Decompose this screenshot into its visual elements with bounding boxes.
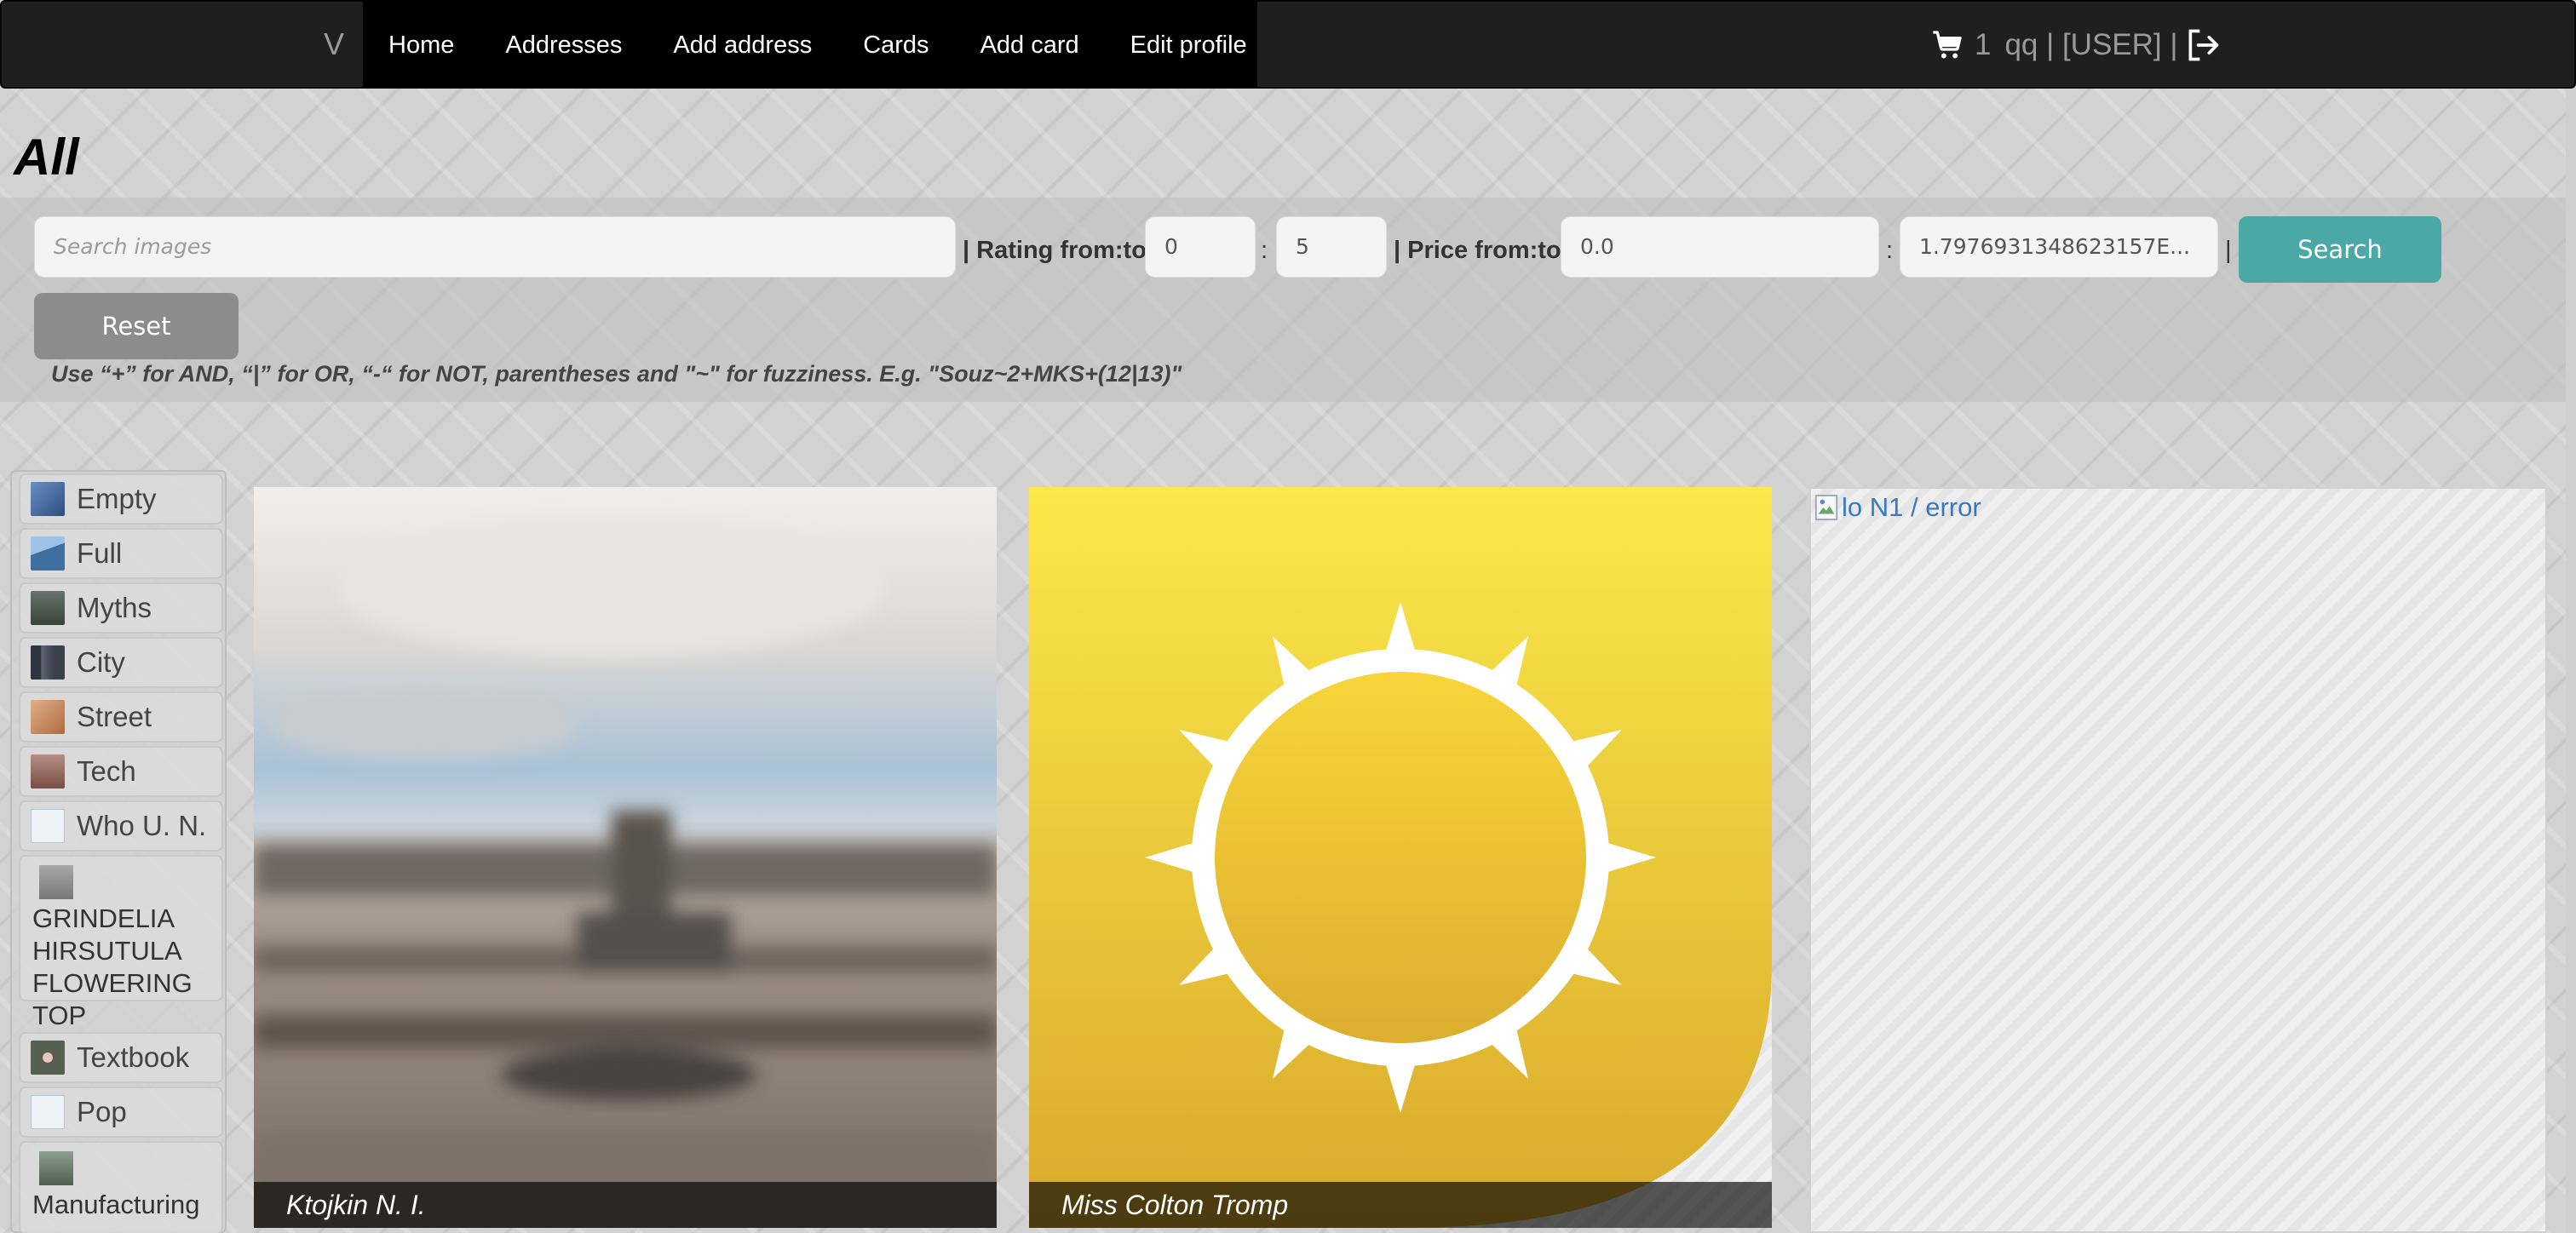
price-colon: : (1886, 237, 1894, 264)
category-thumb-image (31, 754, 65, 789)
search-button[interactable]: Search (2239, 216, 2441, 283)
reset-button[interactable]: Reset (34, 293, 239, 359)
rating-from-input[interactable]: 0 (1145, 216, 1256, 278)
category-street[interactable]: Street (19, 691, 223, 743)
rating-to-input[interactable]: 5 (1276, 216, 1387, 278)
cart-count[interactable]: 1 (1975, 28, 1991, 62)
sun-icon (1029, 487, 1772, 1228)
category-label: Tech (77, 755, 136, 787)
brand-logo[interactable]: V (308, 2, 359, 87)
category-who-u-n[interactable]: Who U. N. (19, 800, 223, 852)
price-label: | Price from:to (1394, 237, 1561, 264)
category-label: Who U. N. (77, 810, 207, 841)
search-hint: Use “+” for AND, “|” for OR, “-“ for NOT… (51, 361, 1182, 387)
category-thumb-image (31, 700, 65, 734)
nav-menu: Home Addresses Add address Cards Add car… (363, 2, 1257, 89)
page-scrollbar[interactable] (2566, 89, 2576, 1233)
cart-icon[interactable] (1930, 28, 1964, 62)
user-info: qq | [USER] | (2004, 28, 2178, 61)
category-myths[interactable]: Myths (19, 582, 223, 634)
category-city[interactable]: City (19, 637, 223, 688)
nav-add-address-link[interactable]: Add address (647, 2, 837, 89)
category-label: Empty (77, 483, 157, 514)
category-manufacturing[interactable]: Manufacturing (19, 1141, 223, 1233)
nav-home-link[interactable]: Home (363, 2, 480, 89)
broken-image-icon (31, 809, 65, 843)
category-thumb-image (39, 865, 73, 899)
image-card[interactable]: Miss Colton Tromp (1029, 487, 1772, 1228)
rating-label: | Rating from:to (963, 237, 1147, 264)
nav-addresses-link[interactable]: Addresses (480, 2, 647, 89)
nav-edit-profile-link[interactable]: Edit profile (1105, 2, 1273, 89)
broken-image-alt-text: lo N1 / error (1842, 492, 1981, 522)
image-caption: Miss Colton Tromp (1029, 1182, 1772, 1228)
category-full[interactable]: Full (19, 528, 223, 579)
price-pipe: | (2225, 237, 2232, 264)
broken-image-icon (31, 1095, 65, 1129)
category-label: Textbook (77, 1041, 190, 1073)
category-label: Full (77, 537, 123, 569)
category-textbook[interactable]: Textbook (19, 1032, 223, 1083)
logout-icon[interactable] (2184, 26, 2222, 64)
category-thumb-image (31, 482, 65, 516)
landscape-photo (254, 487, 997, 1228)
category-empty[interactable]: Empty (19, 473, 223, 525)
category-label: Myths (77, 592, 152, 623)
category-thumb-image (31, 591, 65, 625)
image-card[interactable]: lo N1 / error (1809, 487, 2547, 1233)
category-label: Pop (77, 1096, 127, 1127)
user-area: 1 qq | [USER] | (1930, 2, 2222, 89)
category-pop[interactable]: Pop (19, 1087, 223, 1138)
broken-image[interactable]: lo N1 / error (1814, 492, 1981, 523)
top-navbar: V Home Addresses Add address Cards Add c… (0, 0, 2576, 89)
category-thumb-image (31, 645, 65, 680)
category-grindelia[interactable]: GRINDELIA HIRSUTULA FLOWERING TOP (19, 855, 223, 1030)
image-caption: Ktojkin N. I. (254, 1182, 997, 1228)
nav-add-card-link[interactable]: Add card (955, 2, 1105, 89)
category-tech[interactable]: Tech (19, 746, 223, 797)
category-label: GRINDELIA HIRSUTULA FLOWERING TOP (32, 903, 193, 1030)
page-title: All (14, 129, 79, 186)
category-label: Manufacturing (32, 1190, 200, 1219)
category-sidebar: Empty Full Myths City Street Tech Who U.… (10, 470, 227, 1233)
price-to-input[interactable]: 1.7976931348623157E... (1900, 216, 2218, 278)
category-label: City (77, 646, 125, 678)
search-input[interactable]: Search images (34, 216, 956, 278)
category-thumb-image (39, 1151, 73, 1185)
image-card[interactable]: Ktojkin N. I. (254, 487, 997, 1228)
nav-cards-link[interactable]: Cards (837, 2, 954, 89)
broken-image-icon (1814, 495, 1838, 520)
category-thumb-image (31, 536, 65, 571)
category-label: Street (77, 701, 152, 732)
category-thumb-image (31, 1041, 65, 1075)
rating-colon: : (1261, 237, 1268, 264)
price-from-input[interactable]: 0.0 (1561, 216, 1879, 278)
